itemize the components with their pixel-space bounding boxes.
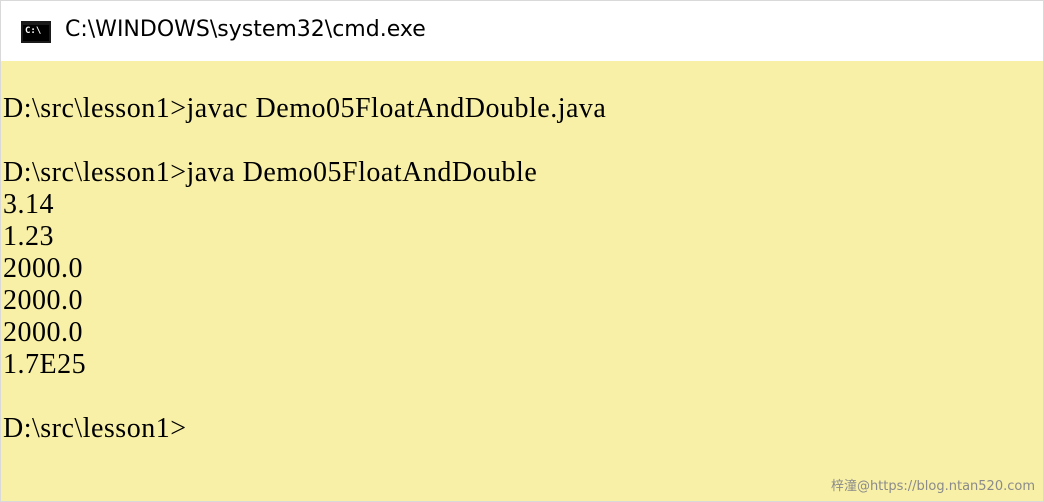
console-area[interactable]: D:\src\lesson1>javac Demo05FloatAndDoubl… [1,61,1043,501]
console-line-output: 2000.0 [3,285,83,316]
console-line-output: 2000.0 [3,317,83,348]
title-bar[interactable]: C:\ C:\WINDOWS\system32\cmd.exe [1,1,1043,61]
watermark: 梓潼@https://blog.ntan520.com [830,479,1035,494]
console-line-output: 1.7E25 [3,349,87,380]
console-line-output: 1.23 [3,221,54,252]
console-output: D:\src\lesson1>javac Demo05FloatAndDoubl… [3,93,606,445]
cmd-window: C:\ C:\WINDOWS\system32\cmd.exe D:\src\l… [0,0,1044,502]
console-line-command-javac: D:\src\lesson1>javac Demo05FloatAndDoubl… [3,93,607,124]
console-line-blank [3,381,606,413]
window-title: C:\WINDOWS\system32\cmd.exe [65,17,426,42]
cmd-icon-prompt: C:\ [25,26,42,36]
console-line-blank [3,125,606,157]
console-line-prompt[interactable]: D:\src\lesson1> [3,413,606,445]
console-line-command-java: D:\src\lesson1>java Demo05FloatAndDouble [3,157,538,188]
console-line-output: 2000.0 [3,253,83,284]
console-line-output: 3.14 [3,189,54,220]
cmd-icon[interactable]: C:\ [21,21,51,43]
